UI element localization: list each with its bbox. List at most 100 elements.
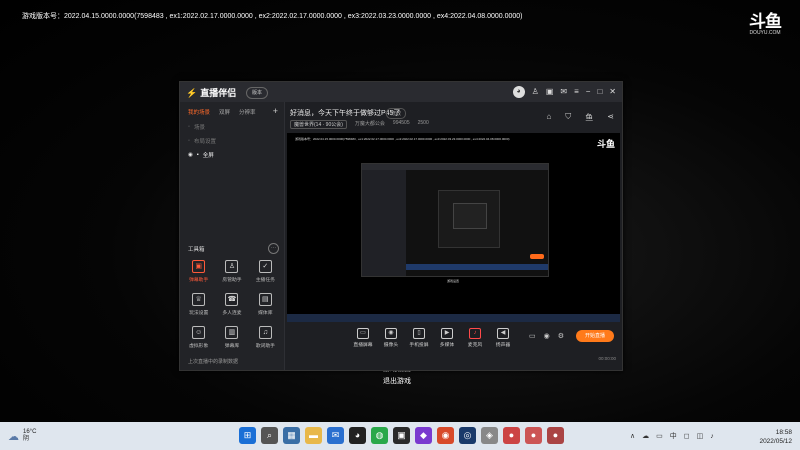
shield-icon[interactable]: ⛉ <box>565 112 571 123</box>
file-explorer-icon[interactable]: ▬ <box>305 427 322 444</box>
douyu-icon[interactable]: 鱼 <box>585 112 593 123</box>
toolbox-more-icon[interactable]: ··· <box>268 243 279 254</box>
chrome-icon[interactable]: ◉ <box>437 427 454 444</box>
network-icon[interactable]: ◫ <box>697 432 704 440</box>
eye-icon[interactable]: ◉ <box>544 332 550 340</box>
tool-anchor-task[interactable]: ✓ 主播任务 <box>249 260 282 283</box>
play-icon: ▶ <box>441 328 453 339</box>
preview-menu-item: 游戏设置 <box>447 279 460 283</box>
wechat-icon[interactable]: ◍ <box>371 427 388 444</box>
search-icon[interactable]: ⌕ <box>261 427 278 444</box>
tool-lyrics-assistant[interactable]: ♫ 歌词助手 <box>249 326 282 349</box>
sidebar-tabs: 我的场景 双屏 分辨率 + <box>180 102 284 120</box>
gift-icon[interactable]: ▣ <box>546 86 554 98</box>
room-category[interactable]: 魔兽世界(14 · 90公会) <box>290 120 347 129</box>
add-scene-icon[interactable]: + <box>273 106 278 116</box>
room-id: 994505 <box>392 120 410 126</box>
nested-preview-level2 <box>438 190 500 248</box>
room-icons: ⌂ ⛉ 鱼 ⋖ <box>546 112 614 123</box>
display-icon[interactable]: ▭ <box>656 432 663 440</box>
tool-danmaku-library[interactable]: ▥ 弹幕库 <box>215 326 248 349</box>
terminal-icon[interactable]: ▣ <box>393 427 410 444</box>
mail-icon[interactable]: ✉ <box>560 86 567 98</box>
steam-icon[interactable]: ◎ <box>459 427 476 444</box>
ime-icon[interactable]: 中 <box>670 431 677 441</box>
phone-icon: ☎ <box>225 293 239 306</box>
scene-label: 布局设置 <box>193 139 216 145</box>
speaker-button[interactable]: ◀ 扬声器 <box>489 328 517 348</box>
tool-room-admin[interactable]: ♙ 房管助手 <box>215 260 248 283</box>
multimedia-button[interactable]: ▶ 多媒体 <box>433 328 461 348</box>
nested-preview-level3 <box>453 203 487 229</box>
taskbar-apps: ⊞ ⌕ ▦ ▬ ✉ ◕ ◍ ▣ ◆ ◉ ◎ ◈ ● ● ● <box>239 427 564 444</box>
record-icon[interactable]: ▭ <box>529 332 536 340</box>
version-button[interactable]: 版本 <box>246 87 269 99</box>
douyu-app-icon[interactable]: ● <box>547 427 564 444</box>
onedrive-icon[interactable]: ☁ <box>642 432 649 440</box>
edit-title-button[interactable]: 修改 <box>386 108 407 119</box>
start-icon[interactable]: ⊞ <box>239 427 256 444</box>
app-sidebar: 我的场景 双屏 分辨率 + ◦ 场景 ◦ 布局设置 ◉ ▪ 全屏 工具箱 ··· ▣ 弹幕… <box>180 102 285 370</box>
douyu-watermark-sub: DOUYU.COM <box>749 30 781 36</box>
scene-item[interactable]: ◦ 布局设置 <box>180 134 284 148</box>
app-titlebar[interactable]: ⚡ 直播伴侣 版本 ◕ ♙ ▣ ✉ ≡ − □ ✕ <box>180 82 622 102</box>
scene-item[interactable]: ◉ ▪ 全屏 <box>180 148 284 162</box>
scene-label: 全屏 <box>202 153 214 159</box>
screen-capture-button[interactable]: ▭ 直播屏幕 <box>349 328 377 348</box>
mail-icon[interactable]: ✉ <box>327 427 344 444</box>
stream-preview[interactable]: 游戏版本号：2022.04.15.0000.0000(7598483 , ex1… <box>287 133 620 322</box>
tool-multi-mic[interactable]: ☎ 多人连麦 <box>215 293 248 316</box>
exit-game-item[interactable]: 退出游戏 <box>383 376 411 388</box>
minimize-icon[interactable]: − <box>586 86 591 98</box>
tool-label: 玩法设置 <box>189 311 209 316</box>
phone-cast-button[interactable]: ▯ 手机投屏 <box>405 328 433 348</box>
qq-icon[interactable]: ◕ <box>349 427 366 444</box>
screen-icon: ▭ <box>357 328 369 339</box>
tab-my-scenes[interactable]: 我的场景 <box>188 108 210 116</box>
douyu-app-icon[interactable]: ● <box>503 427 520 444</box>
gift-box-icon[interactable]: ⌂ <box>546 112 551 123</box>
tool-label: 主播任务 <box>255 278 275 283</box>
control-label: 扬声器 <box>495 343 511 348</box>
layout-icon: ◦ <box>188 138 190 144</box>
start-live-button[interactable]: 开始直播 <box>576 330 614 342</box>
live-timer: 00:00:00 <box>598 356 616 361</box>
user-avatar[interactable]: ◕ <box>512 86 525 98</box>
nested-start-button <box>530 254 544 259</box>
tool-gameplay-settings[interactable]: ♕ 玩法设置 <box>182 293 215 316</box>
screen-icon[interactable]: ◻ <box>684 432 690 440</box>
eye-icon: ◦ <box>188 124 190 130</box>
toolbox-title: 工具箱 <box>188 247 205 253</box>
close-icon[interactable]: ✕ <box>609 86 616 98</box>
task-view-icon[interactable]: ▦ <box>283 427 300 444</box>
task-icon: ✓ <box>258 260 272 273</box>
toolbox-grid: ▣ 弹幕助手 ♙ 房管助手 ✓ 主播任务 ♕ 玩法设置 ☎ 多人连麦 ▤ 媒体库 ☺ 虚拟形象… <box>182 260 282 349</box>
microphone-button[interactable]: ♪ 麦克风 <box>461 328 489 348</box>
gear-icon[interactable]: ⚙ <box>558 332 564 340</box>
game-version-text: 游戏版本号：2022.04.15.0000.0000(7598483 , ex1… <box>22 13 523 20</box>
weather-widget[interactable]: ☁ 16°C 阴 <box>8 429 36 443</box>
tool-media-library[interactable]: ▤ 媒体库 <box>249 293 282 316</box>
preview-taskbar <box>287 314 620 322</box>
tab-resolution[interactable]: 分辨率 <box>239 108 256 116</box>
scene-item[interactable]: ◦ 场景 <box>180 120 284 134</box>
tool-danmaku-assistant[interactable]: ▣ 弹幕助手 <box>182 260 215 283</box>
menu-icon[interactable]: ≡ <box>574 86 579 98</box>
camera-icon: ◉ <box>385 328 397 339</box>
tab-dual-screen[interactable]: 双屏 <box>219 108 230 116</box>
volume-icon[interactable]: ♪ <box>710 433 714 440</box>
tool-virtual-avatar[interactable]: ☺ 虚拟形象 <box>182 326 215 349</box>
maximize-icon[interactable]: □ <box>597 86 602 98</box>
visual-studio-icon[interactable]: ◆ <box>415 427 432 444</box>
tool-label: 房管助手 <box>222 278 242 283</box>
show-hidden-icon[interactable]: ∧ <box>630 432 635 440</box>
douyu-watermark: 斗鱼 DOUYU.COM <box>748 13 782 39</box>
share-icon[interactable]: ⋖ <box>607 112 614 123</box>
preview-douyu-watermark: 斗鱼 <box>596 139 615 149</box>
clock[interactable]: 18:58 2022/05/12 <box>759 428 792 446</box>
camera-button[interactable]: ◉ 摄像头 <box>377 328 405 348</box>
douyu-logo-icon: 斗鱼 <box>749 12 782 31</box>
app-icon[interactable]: ◈ <box>481 427 498 444</box>
shirt-icon[interactable]: ♙ <box>532 86 539 98</box>
douyu-app-icon[interactable]: ● <box>525 427 542 444</box>
